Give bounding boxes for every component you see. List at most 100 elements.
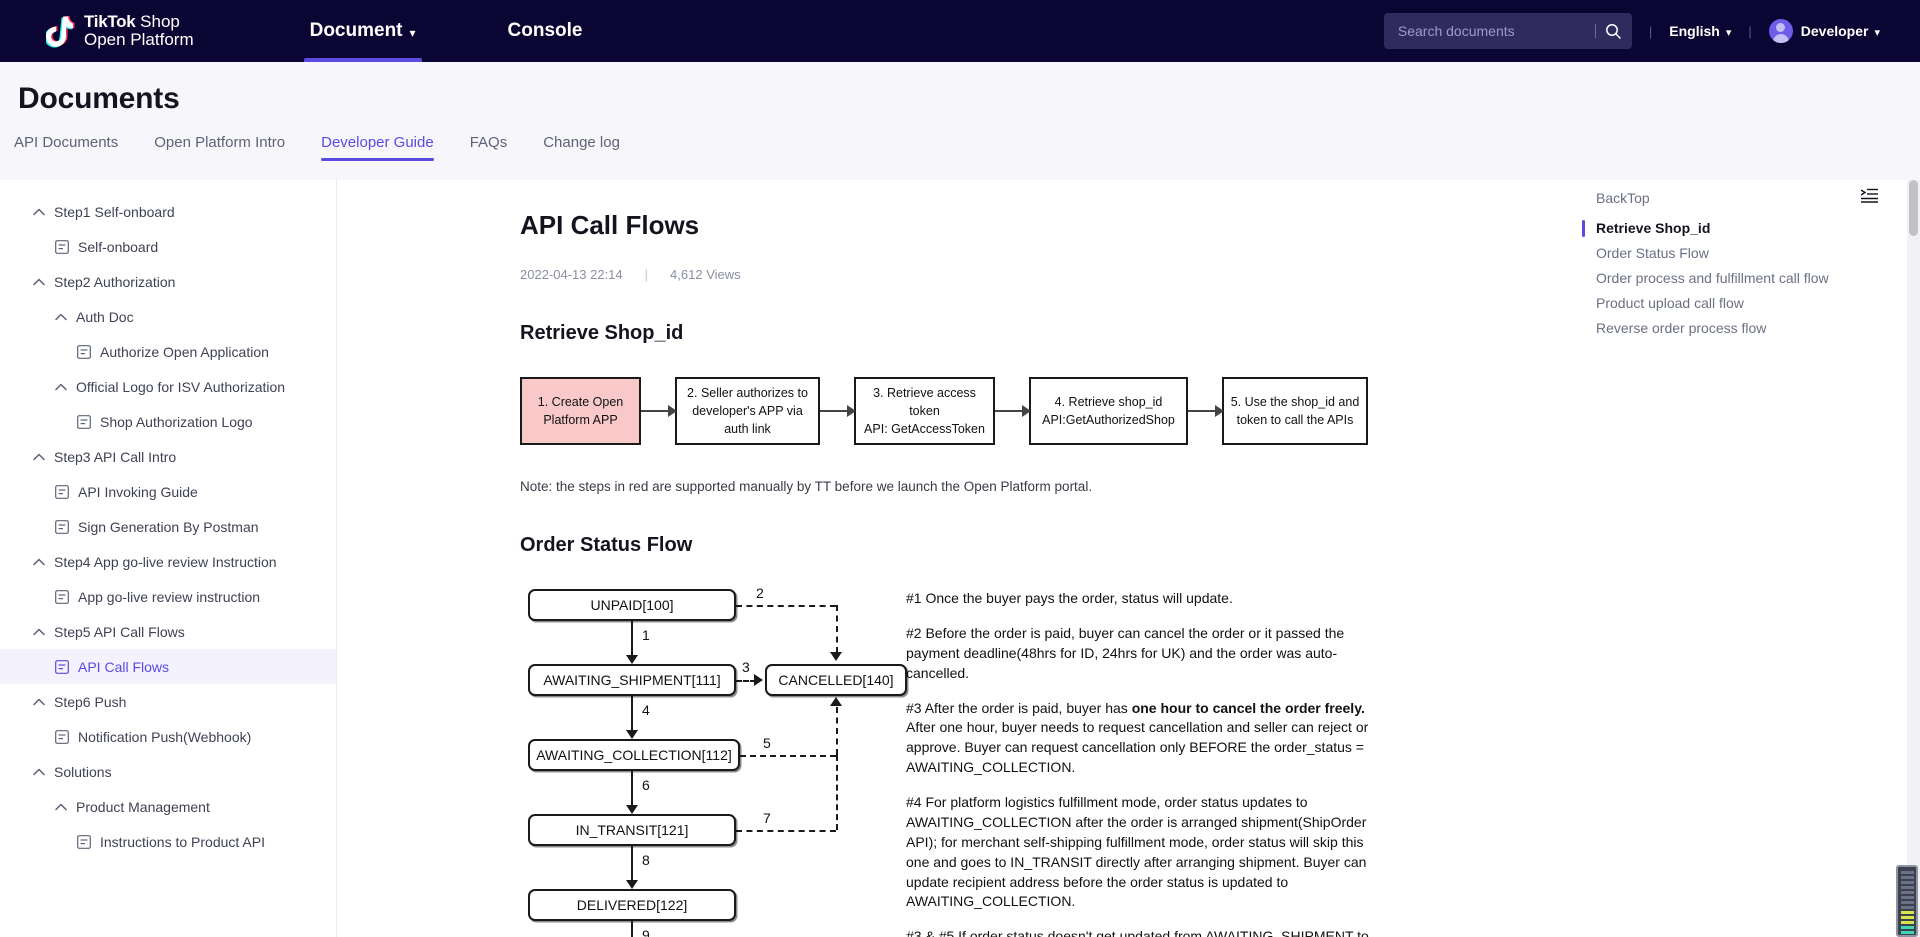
edge-label-8: 8: [642, 852, 650, 868]
sidebar-item-step6-push[interactable]: Step6 Push: [0, 684, 336, 719]
meta-separator: |: [644, 267, 649, 282]
document-icon: [76, 414, 91, 429]
nav-item-console[interactable]: Console: [502, 0, 589, 62]
page-scrollbar-track[interactable]: [1907, 180, 1920, 937]
chevron-up-icon: [32, 275, 46, 289]
edge-9-line: [631, 921, 633, 937]
node-awaiting-collection: AWAITING_COLLECTION[112]: [528, 739, 740, 771]
sidebar-item-label: App go-live review instruction: [78, 588, 261, 605]
sidebar-item-label: Shop Authorization Logo: [100, 413, 253, 430]
chevron-up-icon: [32, 625, 46, 639]
section-heading-retrieve-shop-id: Retrieve Shop_id: [520, 322, 684, 344]
body-area: Step1 Self-onboard Self-onboard Step2 Auth…: [0, 180, 1920, 937]
page-title: Documents: [18, 82, 180, 115]
language-selector[interactable]: English ▾: [1669, 23, 1731, 39]
sidebar-item-product-management[interactable]: Product Management: [0, 789, 336, 824]
avatar: [1768, 19, 1793, 43]
document-icon: [54, 484, 69, 499]
chevron-up-icon: [32, 555, 46, 569]
sidebar-item-app-go-live-review-instruction[interactable]: App go-live review instruction: [0, 579, 336, 614]
chevron-up-icon: [54, 310, 68, 324]
sidebar-item-authorize-open-application[interactable]: Authorize Open Application: [0, 334, 336, 369]
edge-2-arrowhead: [830, 652, 842, 661]
sidebar-item-label: Self-onboard: [78, 238, 159, 255]
sidebar-item-shop-authorization-logo[interactable]: Shop Authorization Logo: [0, 404, 336, 439]
node-delivered: DELIVERED[122]: [528, 889, 736, 921]
sidebar-item-official-logo-for-isv-authorization[interactable]: Official Logo for ISV Authorization: [0, 369, 336, 404]
toc-entry-product-upload[interactable]: Product upload call flow: [1596, 291, 1920, 316]
header-separator-2: |: [1748, 23, 1752, 39]
flow-box-5: 5. Use the shop_id and token to call the…: [1222, 377, 1368, 445]
page-header: Documents API Documents Open Platform In…: [0, 62, 1920, 180]
sidebar-item-step4-app-go-live-review-instruction[interactable]: Step4 App go-live review Instruction: [0, 544, 336, 579]
chevron-up-icon: [32, 450, 46, 464]
page-scrollbar-thumb[interactable]: [1909, 180, 1918, 236]
search-box[interactable]: [1383, 13, 1632, 49]
sidebar-item-instructions-to-product-api[interactable]: Instructions to Product API: [0, 824, 336, 859]
flow-box-1: 1. Create Open Platform APP: [520, 377, 641, 445]
sidebar-item-label: Step2 Authorization: [54, 273, 176, 290]
sidebar-item-step2-authorization[interactable]: Step2 Authorization: [0, 264, 336, 299]
order-status-flow-block: UNPAID[100] AWAITING_SHIPMENT[111] AWAIT…: [520, 585, 1582, 937]
status-note-3: #3 After the order is paid, buyer has on…: [906, 699, 1369, 776]
status-note-4: #4 For platform logistics fulfillment mo…: [906, 794, 1367, 910]
toc-entry-reverse-order-process[interactable]: Reverse order process flow: [1596, 316, 1920, 341]
chevron-down-icon: ▾: [1874, 26, 1880, 39]
header-separator-1: |: [1648, 23, 1653, 39]
flow-arrow-2: [820, 405, 856, 417]
sidebar-item-sign-generation-by-postman[interactable]: Sign Generation By Postman: [0, 509, 336, 544]
brand-logo[interactable]: TikTok Shop Open Platform: [46, 11, 194, 50]
sidebar-item-auth-doc[interactable]: Auth Doc: [0, 299, 336, 334]
search-icon[interactable]: [1605, 23, 1622, 40]
document-icon: [54, 519, 69, 534]
sidebar-item-notification-push-webhook[interactable]: Notification Push(Webhook): [0, 719, 336, 754]
edge-8-line: [626, 846, 638, 889]
tiktok-note-icon: [46, 14, 76, 48]
flow-box-4: 4. Retrieve shop_id API:GetAuthorizedSho…: [1029, 377, 1188, 445]
toc-entry-order-process-fulfillment[interactable]: Order process and fulfillment call flow: [1596, 266, 1920, 291]
edge-2-horizontal: [736, 605, 836, 607]
brand-tiktok: TikTok: [84, 11, 136, 31]
sidebar-item-self-onboard[interactable]: Self-onboard: [0, 229, 336, 264]
node-unpaid: UNPAID[100]: [528, 589, 736, 621]
flow-arrow-1: [641, 405, 677, 417]
sidebar-item-step5-api-call-flows[interactable]: Step5 API Call Flows: [0, 614, 336, 649]
sidebar-item-step1-self-onboard[interactable]: Step1 Self-onboard: [0, 194, 336, 229]
toc-backtop[interactable]: BackTop: [1596, 186, 1650, 211]
sidebar-item-solutions[interactable]: Solutions: [0, 754, 336, 789]
node-in-transit: IN_TRANSIT[121]: [528, 814, 736, 846]
brand-text: TikTok Shop Open Platform: [84, 11, 194, 50]
toc-entry-order-status-flow[interactable]: Order Status Flow: [1596, 241, 1920, 266]
tab-open-platform-intro[interactable]: Open Platform Intro: [154, 134, 285, 161]
tab-change-log[interactable]: Change log: [543, 134, 620, 161]
retrieve-shopid-flow: 1. Create Open Platform APP 2. Seller au…: [520, 377, 1582, 445]
tab-api-documents[interactable]: API Documents: [14, 134, 118, 161]
edge-6-line: [626, 771, 638, 814]
chevron-down-icon: ▾: [409, 26, 416, 40]
sidebar-item-label: Authorize Open Application: [100, 343, 269, 360]
right-toc: BackTop Retrieve Shop_id Order Status Fl…: [1582, 180, 1920, 937]
flow-box-3: 3. Retrieve access token API: GetAccessT…: [854, 377, 995, 445]
order-status-notes: #1 Once the buyer pays the order, status…: [906, 589, 1376, 937]
brand-shop: Shop: [135, 11, 180, 31]
article-title: API Call Flows: [520, 210, 700, 240]
search-input[interactable]: [1397, 23, 1595, 39]
document-icon: [76, 344, 91, 359]
article-meta: 2022-04-13 22:14 | 4,612 Views: [520, 267, 1582, 282]
sidebar-item-step3-api-call-intro[interactable]: Step3 API Call Intro: [0, 439, 336, 474]
brand-openplatform: Open Platform: [84, 30, 194, 49]
equalizer-widget[interactable]: [1896, 865, 1918, 937]
sidebar-item-api-invoking-guide[interactable]: API Invoking Guide: [0, 474, 336, 509]
user-label: Developer: [1800, 23, 1869, 39]
edge-7-vertical: [836, 755, 838, 830]
chevron-up-icon: [32, 695, 46, 709]
toc-entry-retrieve-shop-id[interactable]: Retrieve Shop_id: [1582, 216, 1920, 241]
nav-item-document[interactable]: Document ▾: [303, 0, 422, 62]
edge-5-arrowhead: [830, 697, 842, 706]
tab-developer-guide[interactable]: Developer Guide: [321, 134, 434, 161]
sidebar-item-label: Official Logo for ISV Authorization: [76, 378, 286, 395]
list-icon[interactable]: [1860, 188, 1878, 208]
tab-faqs[interactable]: FAQs: [470, 134, 508, 161]
user-menu[interactable]: Developer ▾: [1768, 19, 1880, 43]
sidebar-item-api-call-flows[interactable]: API Call Flows: [0, 649, 336, 684]
